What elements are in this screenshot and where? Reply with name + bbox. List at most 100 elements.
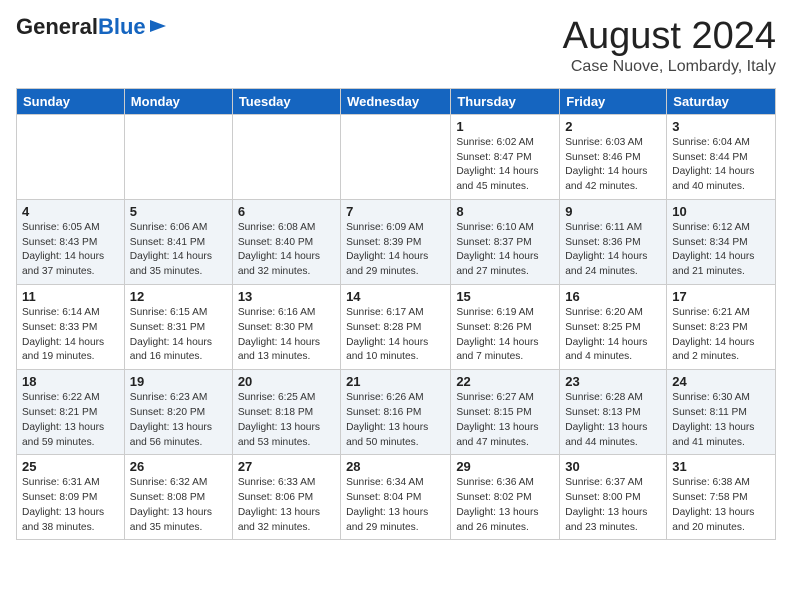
day-number: 6 xyxy=(238,204,335,219)
day-number: 25 xyxy=(22,459,119,474)
col-header-tuesday: Tuesday xyxy=(232,88,340,114)
calendar-cell: 25 Sunrise: 6:31 AM Sunset: 8:09 PM Dayli… xyxy=(17,455,125,540)
calendar-cell: 29Sunrise: 6:36 AM Sunset: 8:02 PM Dayli… xyxy=(451,455,560,540)
day-info: Sunrise: 6:31 AM Sunset: 8:09 PM Dayligh… xyxy=(22,476,119,535)
day-info: Sunrise: 6:16 AM Sunset: 8:30 PM Dayligh… xyxy=(238,306,335,365)
calendar-cell: 24Sunrise: 6:30 AM Sunset: 8:11 PM Dayli… xyxy=(667,370,776,455)
day-number: 7 xyxy=(346,204,445,219)
week-row-3: 11Sunrise: 6:14 AM Sunset: 8:33 PM Dayli… xyxy=(17,285,776,370)
calendar-cell: 13 Sunrise: 6:16 AM Sunset: 8:30 PM Dayli… xyxy=(232,285,340,370)
calendar-cell: 21 Sunrise: 6:26 AM Sunset: 8:16 PM Dayli… xyxy=(341,370,451,455)
logo-text: GeneralBlue xyxy=(16,16,146,38)
week-row-1: 1 Sunrise: 6:02 AM Sunset: 8:47 PM Daylig… xyxy=(17,114,776,199)
day-info: Sunrise: 6:11 AM Sunset: 8:36 PM Dayligh… xyxy=(565,221,661,280)
calendar-cell: 6 Sunrise: 6:08 AM Sunset: 8:40 PM Daylig… xyxy=(232,199,340,284)
day-info: Sunrise: 6:02 AM Sunset: 8:47 PM Dayligh… xyxy=(456,136,554,195)
header-row: SundayMondayTuesdayWednesdayThursdayFrid… xyxy=(17,88,776,114)
calendar-cell: 15Sunrise: 6:19 AM Sunset: 8:26 PM Dayli… xyxy=(451,285,560,370)
day-number: 1 xyxy=(456,119,554,134)
calendar-cell: 12 Sunrise: 6:15 AM Sunset: 8:31 PM Dayli… xyxy=(124,285,232,370)
calendar-cell: 8 Sunrise: 6:10 AM Sunset: 8:37 PM Daylig… xyxy=(451,199,560,284)
calendar-cell: 5 Sunrise: 6:06 AM Sunset: 8:41 PM Daylig… xyxy=(124,199,232,284)
calendar-cell: 2 Sunrise: 6:03 AM Sunset: 8:46 PM Daylig… xyxy=(560,114,667,199)
logo: GeneralBlue xyxy=(16,16,168,38)
page-header: GeneralBlue August 2024 Case Nuove, Lomb… xyxy=(16,16,776,76)
week-row-2: 4 Sunrise: 6:05 AM Sunset: 8:43 PM Daylig… xyxy=(17,199,776,284)
calendar-table: SundayMondayTuesdayWednesdayThursdayFrid… xyxy=(16,88,776,541)
day-info: Sunrise: 6:25 AM Sunset: 8:18 PM Dayligh… xyxy=(238,391,335,450)
day-info: Sunrise: 6:33 AM Sunset: 8:06 PM Dayligh… xyxy=(238,476,335,535)
title-block: August 2024 Case Nuove, Lombardy, Italy xyxy=(563,16,776,76)
day-number: 16 xyxy=(565,289,661,304)
col-header-sunday: Sunday xyxy=(17,88,125,114)
calendar-cell: 9Sunrise: 6:11 AM Sunset: 8:36 PM Daylig… xyxy=(560,199,667,284)
day-number: 2 xyxy=(565,119,661,134)
calendar-cell xyxy=(341,114,451,199)
day-number: 15 xyxy=(456,289,554,304)
day-info: Sunrise: 6:21 AM Sunset: 8:23 PM Dayligh… xyxy=(672,306,770,365)
calendar-cell: 19 Sunrise: 6:23 AM Sunset: 8:20 PM Dayli… xyxy=(124,370,232,455)
day-info: Sunrise: 6:10 AM Sunset: 8:37 PM Dayligh… xyxy=(456,221,554,280)
calendar-cell: 7 Sunrise: 6:09 AM Sunset: 8:39 PM Daylig… xyxy=(341,199,451,284)
day-info: Sunrise: 6:22 AM Sunset: 8:21 PM Dayligh… xyxy=(22,391,119,450)
day-number: 5 xyxy=(130,204,227,219)
day-info: Sunrise: 6:26 AM Sunset: 8:16 PM Dayligh… xyxy=(346,391,445,450)
calendar-cell: 18 Sunrise: 6:22 AM Sunset: 8:21 PM Dayli… xyxy=(17,370,125,455)
location: Case Nuove, Lombardy, Italy xyxy=(563,58,776,76)
day-number: 11 xyxy=(22,289,119,304)
day-number: 20 xyxy=(238,374,335,389)
day-info: Sunrise: 6:37 AM Sunset: 8:00 PM Dayligh… xyxy=(565,476,661,535)
day-info: Sunrise: 6:27 AM Sunset: 8:15 PM Dayligh… xyxy=(456,391,554,450)
day-number: 21 xyxy=(346,374,445,389)
day-number: 10 xyxy=(672,204,770,219)
calendar-cell: 30Sunrise: 6:37 AM Sunset: 8:00 PM Dayli… xyxy=(560,455,667,540)
day-number: 14 xyxy=(346,289,445,304)
day-info: Sunrise: 6:06 AM Sunset: 8:41 PM Dayligh… xyxy=(130,221,227,280)
day-number: 23 xyxy=(565,374,661,389)
month-year: August 2024 xyxy=(563,16,776,58)
col-header-monday: Monday xyxy=(124,88,232,114)
day-number: 3 xyxy=(672,119,770,134)
day-info: Sunrise: 6:04 AM Sunset: 8:44 PM Dayligh… xyxy=(672,136,770,195)
day-info: Sunrise: 6:32 AM Sunset: 8:08 PM Dayligh… xyxy=(130,476,227,535)
day-info: Sunrise: 6:09 AM Sunset: 8:39 PM Dayligh… xyxy=(346,221,445,280)
calendar-cell: 22Sunrise: 6:27 AM Sunset: 8:15 PM Dayli… xyxy=(451,370,560,455)
day-number: 8 xyxy=(456,204,554,219)
day-number: 24 xyxy=(672,374,770,389)
calendar-cell: 11Sunrise: 6:14 AM Sunset: 8:33 PM Dayli… xyxy=(17,285,125,370)
day-info: Sunrise: 6:23 AM Sunset: 8:20 PM Dayligh… xyxy=(130,391,227,450)
day-number: 27 xyxy=(238,459,335,474)
calendar-cell: 23 Sunrise: 6:28 AM Sunset: 8:13 PM Dayli… xyxy=(560,370,667,455)
day-info: Sunrise: 6:15 AM Sunset: 8:31 PM Dayligh… xyxy=(130,306,227,365)
calendar-cell: 14Sunrise: 6:17 AM Sunset: 8:28 PM Dayli… xyxy=(341,285,451,370)
week-row-5: 25 Sunrise: 6:31 AM Sunset: 8:09 PM Dayli… xyxy=(17,455,776,540)
col-header-wednesday: Wednesday xyxy=(341,88,451,114)
day-number: 13 xyxy=(238,289,335,304)
day-number: 28 xyxy=(346,459,445,474)
day-info: Sunrise: 6:08 AM Sunset: 8:40 PM Dayligh… xyxy=(238,221,335,280)
day-info: Sunrise: 6:36 AM Sunset: 8:02 PM Dayligh… xyxy=(456,476,554,535)
day-number: 12 xyxy=(130,289,227,304)
day-number: 4 xyxy=(22,204,119,219)
day-info: Sunrise: 6:03 AM Sunset: 8:46 PM Dayligh… xyxy=(565,136,661,195)
day-info: Sunrise: 6:20 AM Sunset: 8:25 PM Dayligh… xyxy=(565,306,661,365)
day-info: Sunrise: 6:05 AM Sunset: 8:43 PM Dayligh… xyxy=(22,221,119,280)
calendar-cell: 28Sunrise: 6:34 AM Sunset: 8:04 PM Dayli… xyxy=(341,455,451,540)
calendar-cell: 4 Sunrise: 6:05 AM Sunset: 8:43 PM Daylig… xyxy=(17,199,125,284)
logo-icon xyxy=(148,16,168,36)
week-row-4: 18 Sunrise: 6:22 AM Sunset: 8:21 PM Dayli… xyxy=(17,370,776,455)
day-number: 18 xyxy=(22,374,119,389)
day-number: 17 xyxy=(672,289,770,304)
calendar-cell: 27 Sunrise: 6:33 AM Sunset: 8:06 PM Dayli… xyxy=(232,455,340,540)
day-info: Sunrise: 6:28 AM Sunset: 8:13 PM Dayligh… xyxy=(565,391,661,450)
calendar-cell: 1 Sunrise: 6:02 AM Sunset: 8:47 PM Daylig… xyxy=(451,114,560,199)
col-header-thursday: Thursday xyxy=(451,88,560,114)
day-number: 26 xyxy=(130,459,227,474)
day-info: Sunrise: 6:38 AM Sunset: 7:58 PM Dayligh… xyxy=(672,476,770,535)
day-number: 19 xyxy=(130,374,227,389)
calendar-cell: 17 Sunrise: 6:21 AM Sunset: 8:23 PM Dayli… xyxy=(667,285,776,370)
calendar-cell: 20 Sunrise: 6:25 AM Sunset: 8:18 PM Dayli… xyxy=(232,370,340,455)
calendar-cell: 3 Sunrise: 6:04 AM Sunset: 8:44 PM Daylig… xyxy=(667,114,776,199)
calendar-cell: 16 Sunrise: 6:20 AM Sunset: 8:25 PM Dayli… xyxy=(560,285,667,370)
calendar-cell: 26 Sunrise: 6:32 AM Sunset: 8:08 PM Dayli… xyxy=(124,455,232,540)
